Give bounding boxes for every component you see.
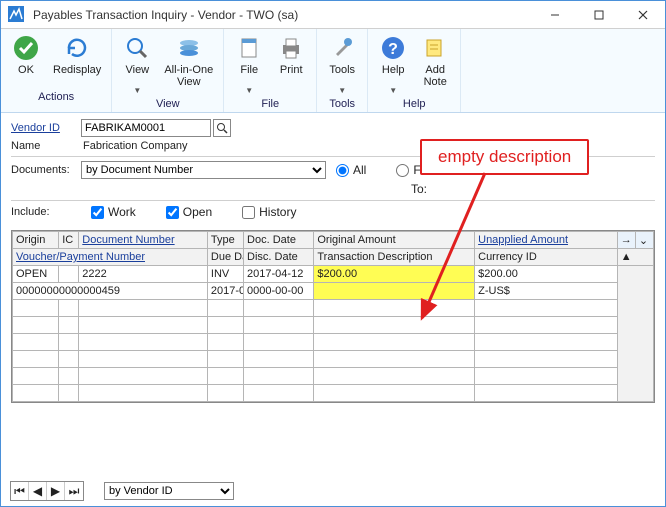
print-button[interactable]: Print (270, 31, 312, 97)
col-origin[interactable]: Origin (13, 232, 59, 249)
nav-next-button[interactable]: ▶ (47, 482, 65, 500)
open-label: Open (183, 205, 212, 219)
chevron-down-icon: ▼ (245, 86, 253, 95)
work-label: Work (108, 205, 136, 219)
vendor-id-input[interactable] (81, 119, 211, 137)
chevron-down-icon: ▼ (338, 86, 346, 95)
record-navigator: ⏮ ◀ ▶ ⏭ by Vendor ID (10, 481, 656, 501)
view-button[interactable]: View ▼ (116, 31, 158, 97)
name-label: Name (11, 140, 81, 152)
app-icon (7, 5, 27, 25)
tools-icon (327, 33, 357, 63)
vendor-id-label[interactable]: Vendor ID (11, 122, 81, 134)
col-voucher-number[interactable]: Voucher/Payment Number (13, 249, 208, 266)
expand-down-button[interactable]: ⌄ (635, 232, 653, 249)
col-ic[interactable]: IC (59, 232, 79, 249)
title-bar: Payables Transaction Inquiry - Vendor - … (1, 1, 665, 29)
empty-row (13, 368, 654, 385)
col-doc-date[interactable]: Doc. Date (244, 232, 314, 249)
original-amount-cell: $200.00 (314, 266, 475, 283)
documents-label: Documents: (11, 164, 81, 176)
sort-by-select[interactable]: by Vendor ID (104, 482, 234, 500)
history-label: History (259, 205, 296, 219)
printer-icon (276, 33, 306, 63)
col-due-date[interactable]: Due Date (207, 249, 243, 266)
nav-first-button[interactable]: ⏮ (11, 482, 29, 500)
magnifier-icon (122, 33, 152, 63)
include-label: Include: (11, 206, 81, 218)
ribbon-toolbar: OK Redisplay Actions View ▼ All-in-One V… (1, 29, 665, 113)
ribbon-group-help: Help (372, 97, 456, 112)
all-label: All (353, 163, 366, 177)
transaction-description-cell (314, 283, 475, 300)
data-row-1b[interactable]: 00000000000000459 2017-05-12 0000-00-00 … (13, 283, 654, 300)
data-row-1a[interactable]: OPEN 2222 INV 2017-04-12 $200.00 $200.00 (13, 266, 654, 283)
chevron-down-icon: ⌄ (639, 235, 648, 247)
maximize-button[interactable] (577, 1, 621, 29)
all-in-one-view-button[interactable]: All-in-One View (158, 31, 219, 97)
ribbon-group-view: View (116, 97, 219, 112)
stack-icon (174, 33, 204, 63)
col-transaction-description[interactable]: Transaction Description (314, 249, 475, 266)
chevron-down-icon: ▼ (133, 86, 141, 95)
ribbon-group-actions: Actions (5, 90, 107, 105)
tools-button[interactable]: Tools ▼ (321, 31, 363, 97)
col-document-number[interactable]: Document Number (79, 232, 208, 249)
header-row-1: Origin IC Document Number Type Doc. Date… (13, 232, 654, 249)
col-type[interactable]: Type (207, 232, 243, 249)
col-disc-date[interactable]: Disc. Date (244, 249, 314, 266)
chevron-down-icon: ▼ (389, 86, 397, 95)
to-label: To: (411, 182, 427, 196)
col-currency-id[interactable]: Currency ID (475, 249, 618, 266)
checkmark-icon (11, 33, 41, 63)
help-icon: ? (378, 33, 408, 63)
help-button[interactable]: ? Help ▼ (372, 31, 414, 97)
documents-select[interactable]: by Document Number (81, 161, 326, 179)
all-radio[interactable] (336, 164, 349, 177)
vendor-id-lookup-button[interactable] (213, 119, 231, 137)
redisplay-button[interactable]: Redisplay (47, 31, 107, 90)
svg-text:?: ? (388, 41, 398, 58)
open-checkbox[interactable] (166, 206, 179, 219)
refresh-icon (62, 33, 92, 63)
scroll-up-button[interactable]: ▲ (617, 249, 653, 266)
ribbon-group-file: File (228, 97, 312, 112)
header-row-2: Voucher/Payment Number Due Date Disc. Da… (13, 249, 654, 266)
scrollbar[interactable] (617, 266, 653, 402)
ribbon-group-tools: Tools (321, 97, 363, 112)
work-checkbox[interactable] (91, 206, 104, 219)
window-title: Payables Transaction Inquiry - Vendor - … (33, 8, 533, 22)
ok-button[interactable]: OK (5, 31, 47, 90)
file-icon (234, 33, 264, 63)
file-button[interactable]: File ▼ (228, 31, 270, 97)
empty-row (13, 334, 654, 351)
expand-right-button[interactable]: → (617, 232, 635, 249)
nav-last-button[interactable]: ⏭ (65, 482, 83, 500)
name-value: Fabrication Company (81, 140, 188, 152)
magnifier-icon (216, 122, 228, 134)
note-icon (420, 33, 450, 63)
from-radio[interactable] (396, 164, 409, 177)
empty-row (13, 351, 654, 368)
empty-row (13, 385, 654, 402)
col-original-amount[interactable]: Original Amount (314, 232, 475, 249)
annotation-callout: empty description (420, 139, 589, 175)
empty-row (13, 317, 654, 334)
close-button[interactable] (621, 1, 665, 29)
minimize-button[interactable] (533, 1, 577, 29)
empty-row (13, 300, 654, 317)
add-note-button[interactable]: Add Note (414, 31, 456, 97)
history-checkbox[interactable] (242, 206, 255, 219)
transactions-grid: Origin IC Document Number Type Doc. Date… (11, 230, 655, 403)
col-unapplied-amount[interactable]: Unapplied Amount (475, 232, 618, 249)
nav-prev-button[interactable]: ◀ (29, 482, 47, 500)
